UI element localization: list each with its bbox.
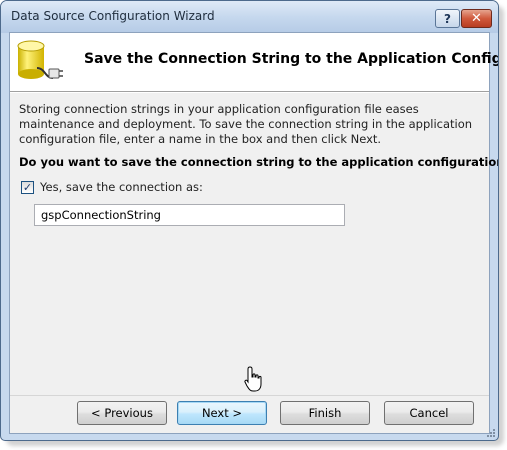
finish-button[interactable]: Finish (280, 401, 370, 425)
title-bar[interactable]: Data Source Configuration Wizard ? ✕ (1, 1, 498, 33)
previous-button[interactable]: < Previous (77, 401, 167, 425)
help-button[interactable]: ? (435, 9, 460, 28)
save-connection-option[interactable]: ✓ Yes, save the connection as: (21, 180, 203, 194)
wizard-content: Storing connection strings in your appli… (10, 93, 498, 395)
cancel-button[interactable]: Cancel (384, 401, 474, 425)
wizard-footer: < Previous Next > Finish Cancel (10, 396, 489, 433)
save-connection-checkbox[interactable]: ✓ (21, 180, 34, 194)
database-plug-icon (17, 40, 63, 79)
save-question: Do you want to save the connection strin… (19, 155, 499, 169)
resize-grip-icon[interactable] (485, 427, 496, 438)
page-title: Save the Connection String to the Applic… (84, 51, 499, 67)
close-button[interactable]: ✕ (461, 9, 492, 28)
hand-pointer-cursor-icon (244, 366, 262, 392)
window-title: Data Source Configuration Wizard (11, 9, 215, 23)
connection-name-input[interactable]: gspConnectionString (34, 204, 345, 226)
description-text: Storing connection strings in your appli… (19, 102, 473, 146)
save-connection-label[interactable]: Yes, save the connection as: (40, 180, 203, 194)
wizard-header: Save the Connection String to the Applic… (10, 33, 498, 85)
next-button[interactable]: Next > (177, 401, 267, 425)
